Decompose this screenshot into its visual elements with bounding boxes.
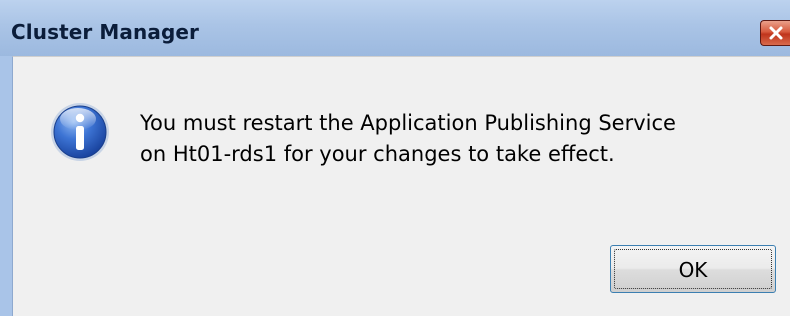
ok-button[interactable]: OK — [610, 245, 776, 293]
dialog-window: Cluster Manager You must restart the App… — [0, 0, 790, 316]
close-icon — [769, 26, 783, 40]
ok-button-label: OK — [678, 258, 708, 282]
title-bar[interactable]: Cluster Manager — [0, 0, 790, 56]
close-button[interactable] — [760, 20, 790, 46]
dialog-message: You must restart the Application Publish… — [140, 108, 676, 170]
info-icon — [51, 103, 109, 161]
message-line-1: You must restart the Application Publish… — [140, 111, 676, 135]
message-line-2: on Ht01-rds1 for your changes to take ef… — [140, 142, 615, 166]
window-title: Cluster Manager — [11, 20, 200, 44]
